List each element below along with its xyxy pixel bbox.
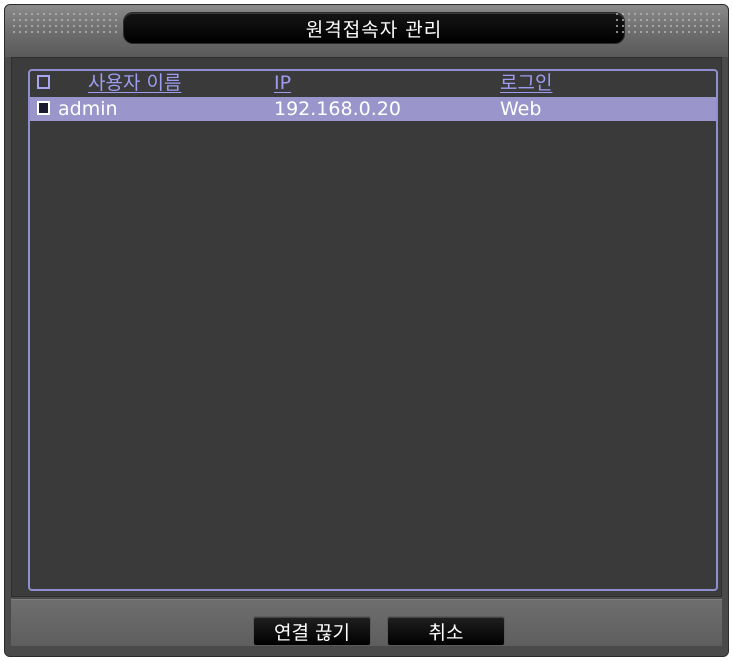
row-checkbox[interactable]: [37, 101, 50, 115]
table-header: 사용자 이름 IP 로그인: [30, 71, 716, 95]
title-pill: 원격접속자 관리: [123, 12, 625, 44]
header-ip[interactable]: IP: [274, 71, 291, 95]
title-dots-left: [11, 11, 119, 37]
disconnect-button[interactable]: 연결 끊기: [253, 616, 371, 646]
row-login: Web: [500, 98, 542, 120]
user-list: 사용자 이름 IP 로그인 admin 192.168.0.20 Web: [28, 69, 718, 591]
row-ip: 192.168.0.20: [274, 98, 401, 120]
table-row[interactable]: admin 192.168.0.20 Web: [30, 97, 716, 121]
select-all-checkbox[interactable]: [37, 75, 50, 89]
title-bar[interactable]: 원격접속자 관리: [5, 5, 728, 57]
dialog-title: 원격접속자 관리: [305, 18, 443, 41]
header-username[interactable]: 사용자 이름: [88, 71, 181, 95]
button-bar: 연결 끊기 취소: [11, 599, 722, 646]
row-username: admin: [58, 98, 118, 120]
remote-user-dialog: 원격접속자 관리 사용자 이름 IP 로그인 admin 192.168.0.2…: [4, 4, 729, 657]
cancel-button[interactable]: 취소: [387, 616, 505, 646]
title-dots-right: [614, 11, 722, 37]
header-login[interactable]: 로그인: [500, 71, 552, 95]
